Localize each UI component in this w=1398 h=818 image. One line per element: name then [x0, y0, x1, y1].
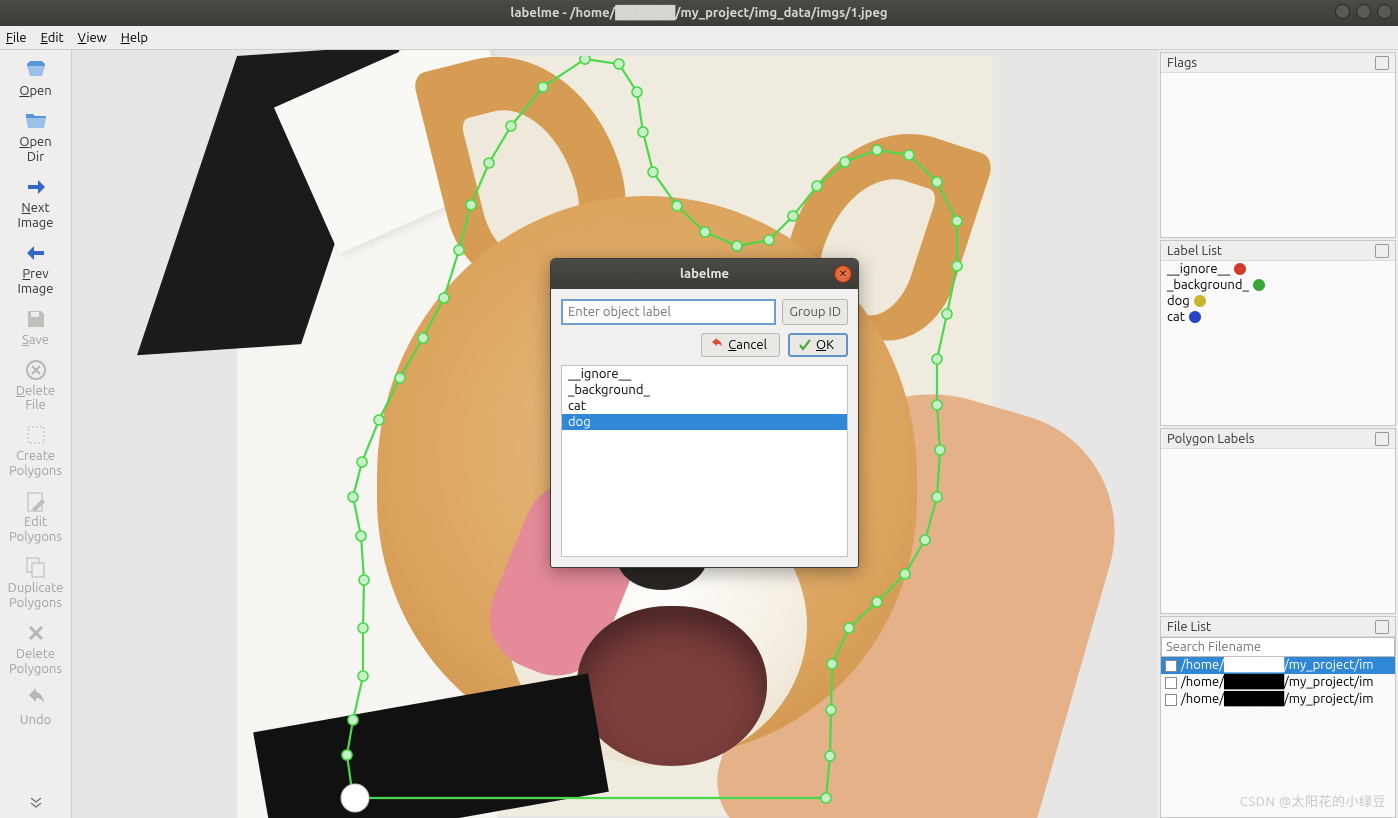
window-titlebar: labelme - /home/██████/my_project/img_da…	[0, 0, 1398, 26]
dialog-titlebar[interactable]: labelme ✕	[551, 259, 858, 289]
prev-image-button[interactable]: PrevImage	[2, 237, 70, 303]
dialog-title: labelme	[680, 267, 729, 281]
undo-arrow-icon	[710, 338, 724, 352]
maximize-button[interactable]	[1356, 4, 1371, 19]
check-icon	[798, 338, 812, 352]
label-options-list[interactable]: __ignore___background_catdog	[561, 365, 848, 557]
checkbox-icon[interactable]	[1165, 677, 1177, 689]
minimize-button[interactable]	[1335, 4, 1350, 19]
cancel-button[interactable]: Cancel	[701, 333, 780, 357]
label-list-item[interactable]: dog	[1161, 293, 1395, 309]
label-option[interactable]: _background_	[562, 382, 847, 398]
label-list-panel: Label List __ignore___background_dogcat	[1160, 240, 1396, 426]
right-sidebar: Flags Label List __ignore___background_d…	[1158, 50, 1398, 818]
file-search-input[interactable]	[1161, 637, 1395, 657]
file-list-panel: File List /home/██████/my_project/im/hom…	[1160, 616, 1396, 818]
label-list-header[interactable]: Label List	[1161, 241, 1395, 260]
ok-button[interactable]: OK	[788, 333, 848, 357]
menu-help[interactable]: Help	[121, 31, 148, 45]
toolbar: Open OpenDir NextImage PrevImage Save De…	[0, 50, 72, 818]
flags-panel-header[interactable]: Flags	[1161, 53, 1395, 72]
label-option[interactable]: dog	[562, 414, 847, 430]
checkbox-icon[interactable]	[1165, 694, 1177, 706]
label-option[interactable]: cat	[562, 398, 847, 414]
checkbox-icon[interactable]	[1165, 660, 1177, 672]
undo-button: Undo	[2, 683, 70, 734]
file-list-item[interactable]: /home/██████/my_project/im	[1161, 657, 1395, 674]
label-dialog: labelme ✕ Group ID Cancel OK __ignore___…	[550, 258, 859, 568]
edit-polygons-button: EditPolygons	[2, 485, 70, 551]
menu-view[interactable]: View	[78, 31, 107, 45]
close-window-button[interactable]	[1377, 4, 1392, 19]
menubar: File Edit View Help	[0, 26, 1398, 50]
save-button: Save	[2, 303, 70, 354]
window-title: labelme - /home/██████/my_project/img_da…	[510, 6, 887, 21]
file-list-item[interactable]: /home/██████/my_project/im	[1161, 674, 1395, 691]
close-icon[interactable]: ✕	[834, 265, 852, 283]
delete-polygons-button: DeletePolygons	[2, 617, 70, 683]
file-list-header[interactable]: File List	[1161, 617, 1395, 636]
create-polygons-button: CreatePolygons	[2, 419, 70, 485]
label-option[interactable]: __ignore__	[562, 366, 847, 382]
label-list-item[interactable]: __ignore__	[1161, 261, 1395, 277]
label-list-item[interactable]: cat	[1161, 309, 1395, 325]
polygon-labels-panel: Polygon Labels	[1160, 428, 1396, 614]
open-button[interactable]: Open	[2, 54, 70, 105]
flags-panel: Flags	[1160, 52, 1396, 238]
label-list-item[interactable]: _background_	[1161, 277, 1395, 293]
delete-file-button: DeleteFile	[2, 354, 70, 420]
next-image-button[interactable]: NextImage	[2, 171, 70, 237]
polygon-labels-header[interactable]: Polygon Labels	[1161, 429, 1395, 448]
menu-edit[interactable]: Edit	[41, 31, 64, 45]
label-input[interactable]	[561, 299, 776, 325]
open-dir-button[interactable]: OpenDir	[2, 105, 70, 171]
watermark-text: CSDN @太阳花的小绿豆	[1240, 791, 1386, 810]
duplicate-polygons-button: DuplicatePolygons	[2, 551, 70, 617]
menu-file[interactable]: File	[6, 31, 27, 45]
toolbar-overflow-icon[interactable]	[29, 795, 43, 812]
file-list-item[interactable]: /home/██████/my_project/im	[1161, 691, 1395, 708]
group-id-button[interactable]: Group ID	[782, 299, 848, 325]
